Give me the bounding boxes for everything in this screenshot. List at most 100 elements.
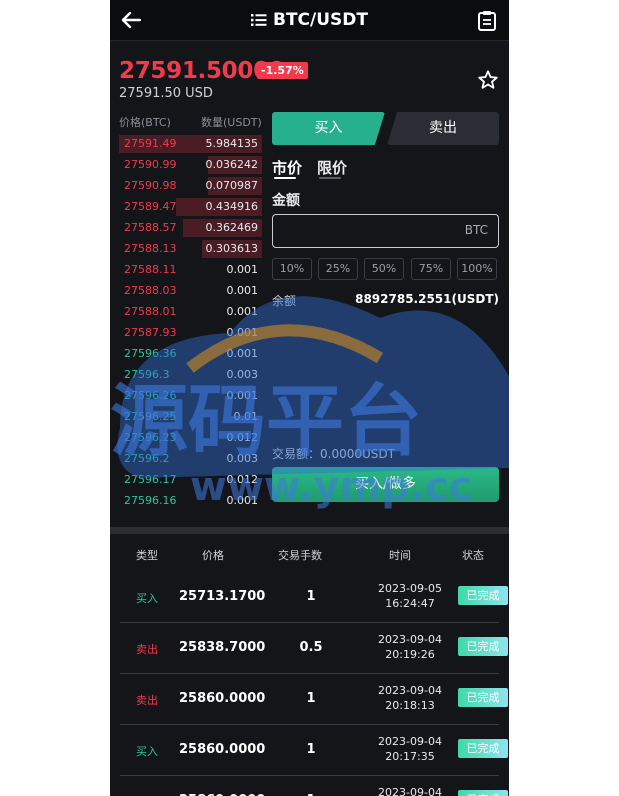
- orderbook-qty: 0.070987: [205, 179, 259, 192]
- orderbook-bid-row[interactable]: 27596.2 0.003: [119, 450, 262, 468]
- orderbook-ask-row[interactable]: 27588.13 0.303613: [119, 240, 262, 258]
- tab-market-order[interactable]: 市价: [272, 157, 302, 178]
- trade-time: 2023-09-0420:17:05: [366, 785, 454, 796]
- amount-unit: BTC: [464, 223, 488, 237]
- history-header-time: 时间: [389, 549, 411, 562]
- status-badge: 已完成: [458, 688, 508, 707]
- orderbook-ask-row[interactable]: 27588.57 0.362469: [119, 219, 262, 237]
- orderbook-qty-header: 数量(USDT): [201, 116, 262, 129]
- orderbook-ask-row[interactable]: 27591.49 5.984135: [119, 135, 262, 153]
- orderbook-ask-row[interactable]: 27590.98 0.070987: [119, 177, 262, 195]
- orderbook-qty: 0.003: [226, 368, 259, 381]
- phone-screen: BTC/USDT 27591.50000 -1.57% 27591.50 USD…: [110, 0, 509, 796]
- percent-50-button[interactable]: 50%: [364, 258, 404, 280]
- trade-date: 2023-09-04: [378, 684, 442, 697]
- trade-qty: 1: [306, 691, 316, 706]
- orderbook-price: 27589.47: [124, 200, 177, 213]
- trade-price: 25713.1700: [179, 589, 266, 604]
- orderbook-ask-row[interactable]: 27588.11 0.001: [119, 261, 262, 279]
- trade-type: 卖出: [136, 643, 158, 656]
- history-row[interactable]: 买入 25713.1700 1 2023-09-05 16:24:47 已完成: [120, 572, 508, 623]
- history-row[interactable]: 卖出 25860.0000 1 2023-09-04 20:18:13 已完成: [120, 674, 508, 725]
- orderbook-bid-row[interactable]: 27596.17 0.012: [119, 471, 262, 489]
- orderbook-price: 27588.03: [124, 284, 177, 297]
- orderbook-price: 27591.49: [124, 137, 177, 150]
- orderbook-price: 27596.2: [124, 452, 170, 465]
- orderbook-price: 27587.93: [124, 326, 177, 339]
- submit-buy-button[interactable]: 买入/做多: [272, 467, 499, 502]
- orderbook-bid-row[interactable]: 27596.25 0.01: [119, 408, 262, 426]
- price-usd: 27591.50 USD: [119, 86, 213, 101]
- orderbook-ask-row[interactable]: 27587.93 0.001: [119, 324, 262, 342]
- orderbook-bid-row[interactable]: 27596.3 0.003: [119, 366, 262, 384]
- orderbook-price: 27596.26: [124, 389, 177, 402]
- status-badge: 已完成: [458, 637, 508, 656]
- menu-list-icon: [251, 14, 267, 26]
- history-header-status: 状态: [462, 549, 484, 562]
- history-header-qty: 交易手数: [278, 549, 322, 562]
- market-tab-indicator: [274, 177, 296, 179]
- trade-price: 25860.0000: [179, 691, 266, 706]
- percent-25-button[interactable]: 25%: [318, 258, 358, 280]
- orderbook-price: 27596.17: [124, 473, 177, 486]
- orderbook-price: 27596.25: [124, 410, 177, 423]
- orderbook-ask-row[interactable]: 27589.47 0.434916: [119, 198, 262, 216]
- percent-100-button[interactable]: 100%: [457, 258, 497, 280]
- orderbook-price: 27596.36: [124, 347, 177, 360]
- orderbook-qty: 0.001: [226, 389, 259, 402]
- orderbook-bid-row[interactable]: 27596.16 0.001: [119, 492, 262, 510]
- order-record-icon[interactable]: [477, 10, 497, 32]
- trade-price: 25860.0000: [179, 742, 266, 757]
- orderbook-ask-row[interactable]: 27588.01 0.001: [119, 303, 262, 321]
- orderbook-bid-row[interactable]: 27596.26 0.001: [119, 387, 262, 405]
- favorite-star-icon[interactable]: [477, 69, 499, 91]
- trade-time: 2023-09-04 20:17:35: [366, 734, 454, 764]
- orderbook-price: 27596.23: [124, 431, 177, 444]
- orderbook-ask-row[interactable]: 27590.99 0.036242: [119, 156, 262, 174]
- buy-tab[interactable]: 买入: [272, 112, 385, 145]
- orderbook-qty: 0.001: [226, 494, 259, 507]
- trade-time: 2023-09-04 20:18:13: [366, 683, 454, 713]
- trade-date: 2023-09-04: [378, 786, 442, 796]
- orderbook-price: 27590.99: [124, 158, 177, 171]
- orderbook-bid-row[interactable]: 27596.36 0.001: [119, 345, 262, 363]
- sell-tab[interactable]: 卖出: [387, 112, 499, 145]
- orderbook-qty: 0.001: [226, 263, 259, 276]
- history-row[interactable]: 卖出 25838.7000 0.5 2023-09-04 20:19:26 已完成: [120, 623, 508, 674]
- page-title: BTC/USDT: [273, 10, 368, 30]
- history-row[interactable]: 买入25860.000012023-09-0420:17:05已完成: [120, 776, 508, 796]
- trade-price: 25838.7000: [179, 640, 266, 655]
- pair-selector[interactable]: BTC/USDT: [110, 8, 509, 32]
- orderbook-ask-row[interactable]: 27588.03 0.001: [119, 282, 262, 300]
- status-badge: 已完成: [458, 586, 508, 605]
- history-row[interactable]: 买入 25860.0000 1 2023-09-04 20:17:35 已完成: [120, 725, 508, 776]
- orderbook-qty: 0.001: [226, 305, 259, 318]
- trade-time: 2023-09-04 20:19:26: [366, 632, 454, 662]
- tab-limit-order[interactable]: 限价: [317, 157, 347, 178]
- status-badge: 已完成: [458, 790, 508, 796]
- orderbook-price: 27588.11: [124, 263, 177, 276]
- trade-clock: 20:19:26: [385, 648, 435, 661]
- trade-qty: 1: [306, 589, 316, 604]
- trade-qty: 1: [306, 742, 316, 757]
- balance-label: 余额: [272, 294, 297, 308]
- percent-75-button[interactable]: 75%: [411, 258, 451, 280]
- history-header-price: 价格: [202, 549, 224, 562]
- trade-type: 卖出: [136, 694, 158, 707]
- amount-label: 金额: [272, 193, 300, 209]
- trade-time: 2023-09-05 16:24:47: [366, 581, 454, 611]
- trade-date: 2023-09-05: [378, 582, 442, 595]
- trade-clock: 20:17:35: [385, 750, 435, 763]
- orderbook-qty: 0.303613: [205, 242, 259, 255]
- orderbook-bid-row[interactable]: 27596.23 0.012: [119, 429, 262, 447]
- amount-input[interactable]: BTC: [272, 214, 499, 248]
- orderbook-price-header: 价格(BTC): [119, 116, 171, 129]
- orderbook-price: 27596.16: [124, 494, 177, 507]
- orderbook-price: 27596.3: [124, 368, 170, 381]
- percent-10-button[interactable]: 10%: [272, 258, 312, 280]
- history-header-type: 类型: [136, 549, 158, 562]
- trade-amount: 交易额：0.0000USDT: [272, 447, 395, 461]
- orderbook-qty: 0.001: [226, 284, 259, 297]
- trade-type: 买入: [136, 592, 158, 605]
- orderbook-qty: 0.362469: [205, 221, 259, 234]
